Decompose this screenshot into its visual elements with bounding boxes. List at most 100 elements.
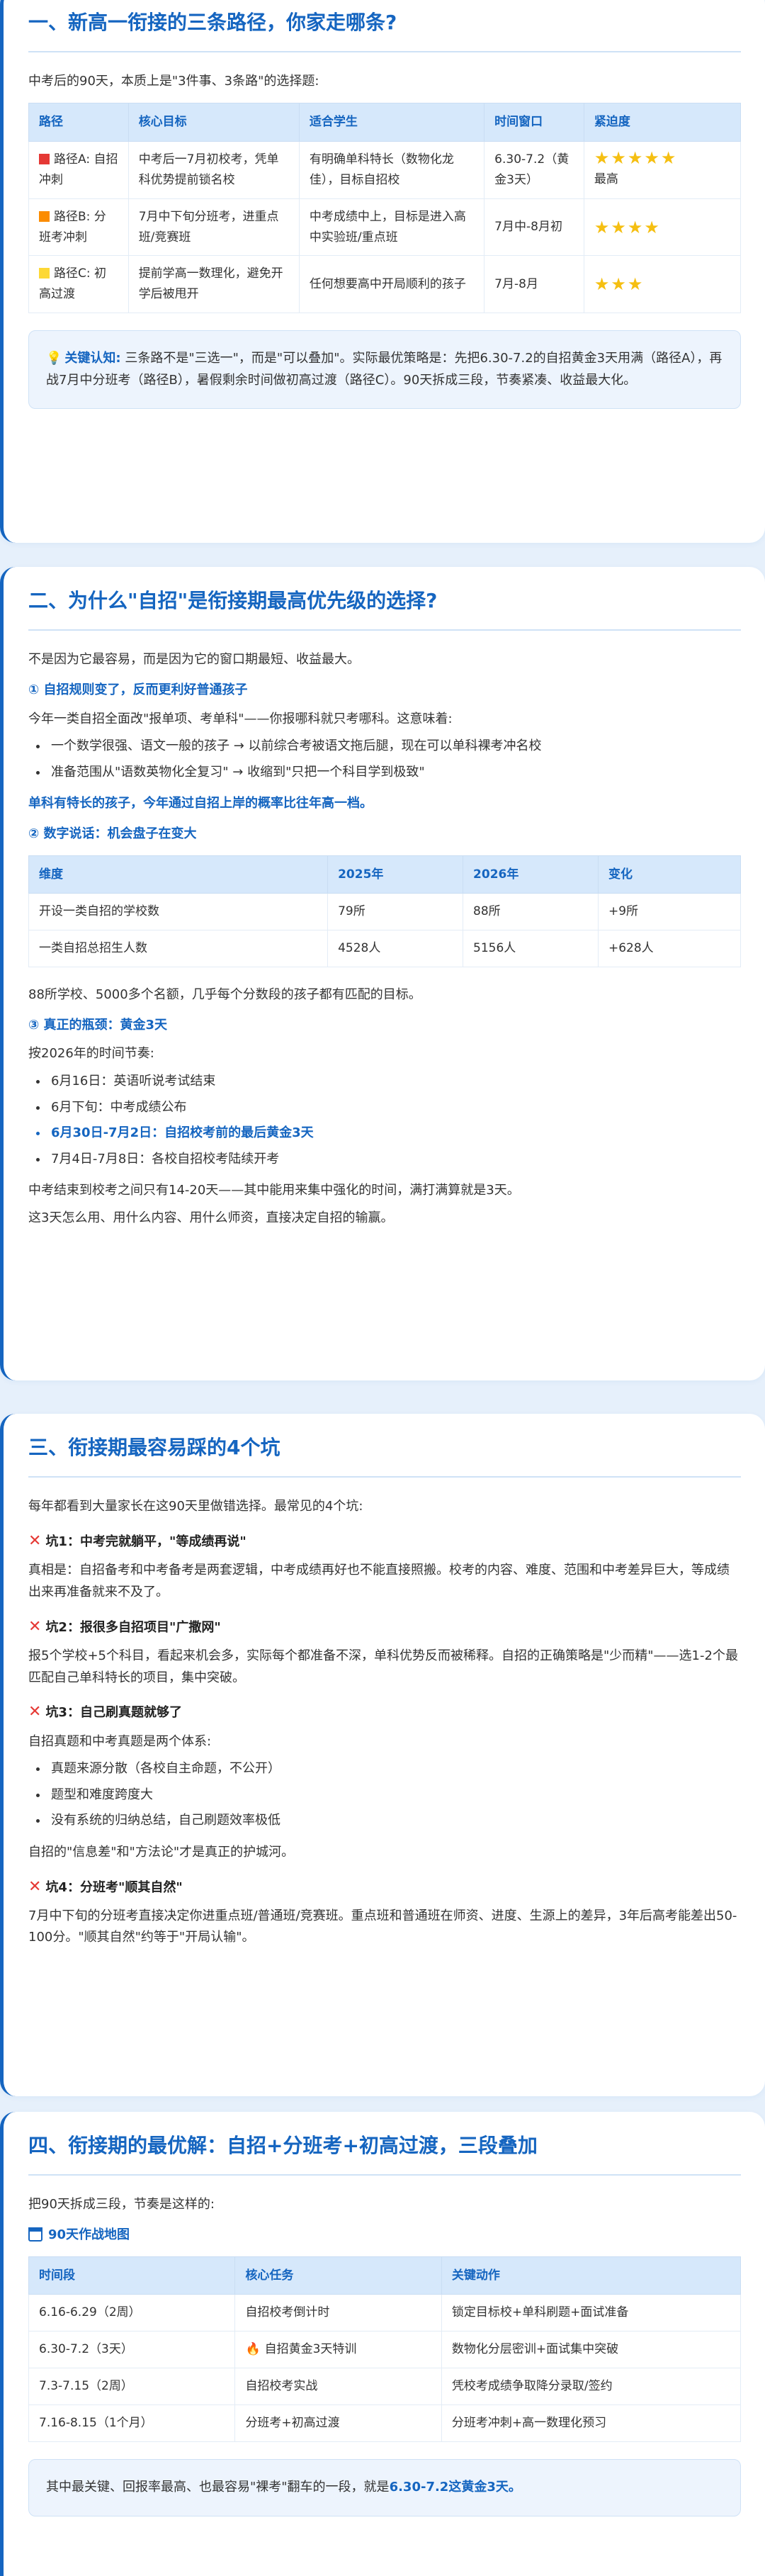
table-cell: 自招校考实战 [234,2368,442,2406]
col-goal: 核心目标 [128,102,300,142]
map-heading: 90天作战地图 [28,2225,741,2246]
color-square-icon [39,210,50,222]
pitfall-2-text: 报5个学校+5个科目，看起来机会多，实际每个都准备不深，单科优势反而被稀释。自招… [28,1648,738,1685]
list-item: 没有系统的归纳总结，自己刷题效率极低 [48,1810,741,1832]
col-path: 路径 [28,102,129,142]
numbers-summary: 88所学校、5000多个名额，几乎每个分数段的孩子都有匹配的目标。 [28,987,421,1003]
table-cell: 凭校考成绩争取降分录取/签约 [441,2368,742,2406]
col-window: 时间窗口 [484,102,584,142]
section-4-intro: 把90天拆成三段，节奏是这样的: [28,2197,215,2212]
table-row: 开设一类自招的学校数 79所 88所 +9所 [28,893,742,931]
star-rating-icon: ★★★ [594,274,645,295]
section-2-title: 二、为什么"自招"是衔接期最高优先级的选择? [28,588,741,631]
section-3-intro: 每年都看到大量家长在这90天里做错选择。最常见的4个坑: [28,1499,363,1514]
col-2025: 2025年 [327,855,464,894]
pitfall-3-heading: ✕ 坑3：自己刷真题就够了 [28,1699,741,1725]
section-3-title: 三、衔接期最容易踩的4个坑 [28,1435,741,1478]
section-1-title: 一、新高一衔接的三条路径，你家走哪条? [28,10,741,53]
final-note-bold: 6.30-7.2这黄金3天。 [389,2480,521,2495]
numbers-table: 维度 2025年 2026年 变化 开设一类自招的学校数 79所 88所 +9所… [28,855,742,968]
pitfall-3-after: 自招的"信息差"和"方法论"才是真正的护城河。 [28,1844,295,1860]
table-cell: 数物化分层密训+面试集中突破 [441,2331,742,2369]
table-cell: 锁定目标校+单科刷题+面试准备 [441,2294,742,2332]
section-paths: 一、新高一衔接的三条路径，你家走哪条? 中考后的90天，本质上是"3件事、3条路… [0,0,765,543]
list-item: 题型和难度跨度大 [48,1784,741,1806]
goal-cell: 提前学高一数理化，避免开学后被甩开 [128,255,300,314]
table-row: 7.3-7.15（2周） 自招校考实战 凭校考成绩争取降分录取/签约 [28,2368,742,2406]
subheading-bottleneck: ③ 真正的瓶颈：黄金3天 [28,1017,168,1033]
table-cell: 一类自招总招生人数 [28,930,329,968]
fit-cell: 有明确单科特长（数物化龙佳），目标自招校 [298,140,485,199]
table-cell: 6.30-7.2（3天） [28,2331,236,2369]
fit-cell: 任何想要高中开局顺利的孩子 [298,255,485,314]
cross-icon: ✕ [28,1703,42,1721]
fit-cell: 中考成绩中上，目标是进入高中实验班/重点班 [298,198,485,257]
table-row: 路径A: 自招冲刺 中考后一7月初校考，凭单科优势提前锁名校 有明确单科特长（数物化… [28,140,742,199]
table-cell: 88所 [463,893,599,931]
table-cell: 6.16-6.29（2周） [28,2294,236,2332]
list-item: 6月16日：英语听说考试结束 [48,1071,741,1093]
window-cell: 7月-8月 [484,255,584,314]
section-pitfalls: 三、衔接期最容易踩的4个坑 每年都看到大量家长在这90天里做错选择。最常见的4个… [0,1414,765,2096]
table-cell: 自招校考倒计时 [234,2294,442,2332]
paths-table: 路径 核心目标 适合学生 时间窗口 紧迫度 路径A: 自招冲刺 中考后一7月初校考… [28,102,742,314]
pitfall-1-title: 坑1：中考完就躺平，"等成绩再说" [45,1534,246,1549]
col-urgency: 紧迫度 [583,102,742,142]
table-cell: 4528人 [327,930,464,968]
bottleneck-paragraph-1: 中考结束到校考之间只有14-20天——其中能用来集中强化的时间，满打满算就是3天… [28,1183,520,1198]
path-cell: 路径C: 初高过渡 [28,255,129,314]
pitfall-2-title: 坑2：报很多自招项目"广撒网" [45,1619,221,1635]
window-cell: 6.30-7.2（黄金3天） [484,140,584,199]
urgency-label: 最高 [594,172,618,187]
path-cell: 路径B: 分班考冲刺 [28,198,129,257]
col-task: 核心任务 [234,2256,442,2295]
list-item: 7月4日-7月8日：各校自招校考陆续开考 [48,1149,741,1171]
path-label: 路径A: 自招冲刺 [39,152,118,187]
section-2-intro: 不是因为它最容易，而是因为它的窗口期最短、收益最大。 [28,652,360,668]
table-row: 路径C: 初高过渡 提前学高一数理化，避免开学后被甩开 任何想要高中开局顺利的孩子 7… [28,255,742,314]
table-cell: 开设一类自招的学校数 [28,893,329,931]
table-cell: 分班考+初高过渡 [234,2405,442,2443]
col-period: 时间段 [28,2256,236,2295]
map-title: 90天作战地图 [48,2227,130,2242]
goal-cell: 中考后一7月初校考，凭单科优势提前锁名校 [128,140,300,199]
color-square-icon [39,153,50,164]
col-2026: 2026年 [463,855,599,894]
timeline-intro: 按2026年的时间节奏: [28,1046,154,1062]
final-note: 其中最关键、回报率最高、也最容易"裸考"翻车的一段，就是6.30-7.2这黄金3… [28,2459,741,2516]
pitfall-1-heading: ✕ 坑1：中考完就躺平，"等成绩再说" [28,1528,741,1554]
table-cell: 79所 [327,893,464,931]
calendar-icon [28,2227,42,2242]
urgency-cell: ★★★ [583,255,742,314]
star-rating-icon: ★★★★★ [594,148,678,169]
section-1-intro: 中考后的90天，本质上是"3件事、3条路"的选择题: [28,74,319,89]
cross-icon: ✕ [28,1877,42,1896]
lightbulb-icon: 💡 [46,351,62,366]
subheading-numbers: ② 数字说话：机会盘子在变大 [28,826,197,841]
col-fit: 适合学生 [298,102,485,142]
list-item: 准备范围从"语数英物化全复习" → 收缩到"只把一个科目学到极致" [48,762,741,784]
rules-list: 一个数学很强、语文一般的孩子 → 以前综合考被语文拖后腿，现在可以单科裸考冲名校… [48,736,741,783]
section-4-title: 四、衔接期的最优解：自招+分班考+初高过渡，三段叠加 [28,2133,741,2176]
subheading-rules: ① 自招规则变了，反而更利好普通孩子 [28,682,248,697]
key-insight-note: 💡 关键认知: 三条路不是"三选一"，而是"可以叠加"。实际最优策略是：先把6.3… [28,330,741,410]
pitfall-4-text: 7月中下旬的分班考直接决定你进重点班/普通班/竞赛班。重点班和普通班在师资、进度… [28,1908,737,1945]
pitfall-3-list: 真题来源分散（各校自主命题，不公开） 题型和难度跨度大 没有系统的归纳总结，自己… [48,1758,741,1832]
star-rating-icon: ★★★★ [594,217,661,237]
table-cell-text: 自招黄金3天特训 [264,2342,357,2357]
cross-icon: ✕ [28,1531,42,1550]
plan-table-header: 时间段 核心任务 关键动作 [28,2256,742,2295]
table-cell: +9所 [597,893,742,931]
cross-icon: ✕ [28,1617,42,1636]
list-item: 一个数学很强、语文一般的孩子 → 以前综合考被语文拖后腿，现在可以单科裸考冲名校 [48,736,741,758]
list-item: 6月下旬：中考成绩公布 [48,1097,741,1119]
note-label: 关键认知: [64,351,121,366]
list-item-highlight: 6月30日-7月2日：自招校考前的最后黄金3天 [48,1123,741,1144]
plan-table: 时间段 核心任务 关键动作 6.16-6.29（2周） 自招校考倒计时 锁定目标… [28,2256,742,2443]
table-row: 一类自招总招生人数 4528人 5156人 +628人 [28,930,742,968]
numbers-table-header: 维度 2025年 2026年 变化 [28,855,742,894]
bottleneck-paragraph-2: 这3天怎么用、用什么内容、用什么师资，直接决定自招的输赢。 [28,1210,394,1225]
table-row: 6.30-7.2（3天） 🔥 自招黄金3天特训 数物化分层密训+面试集中突破 [28,2331,742,2369]
table-cell: 5156人 [463,930,599,968]
pitfall-3-title: 坑3：自己刷真题就够了 [45,1705,182,1721]
